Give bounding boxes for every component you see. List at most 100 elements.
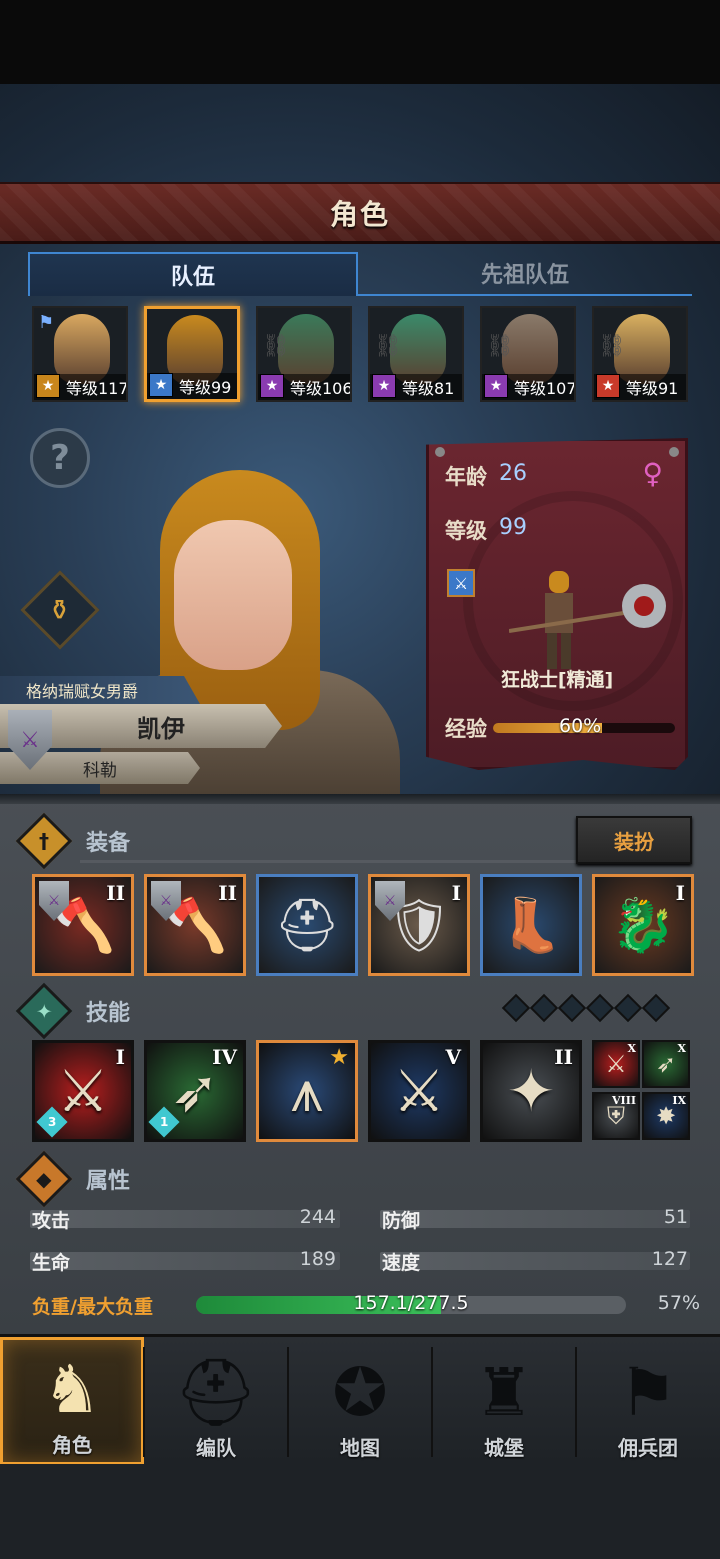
skill-rank: IV <box>212 1045 237 1069</box>
leader-flag-icon: ⚑ <box>38 312 55 333</box>
tier-numeral: II <box>106 881 125 905</box>
skill-slot-1[interactable]: ⚔ I 3 <box>32 1040 134 1142</box>
skill-slot-2[interactable]: ➶ IV 1 <box>144 1040 246 1142</box>
party-member-2[interactable]: 等级99 ★ <box>144 306 240 402</box>
party-member-3[interactable]: ⛓ 等级106 ★ <box>256 306 352 402</box>
castle-icon: ♜ <box>474 1354 534 1431</box>
party-member-5[interactable]: ⛓ 等级107 ★ <box>480 306 576 402</box>
load-percent: 57% <box>657 1292 700 1314</box>
nav-label: 城堡 <box>484 1436 524 1460</box>
equipment-slot-armor[interactable]: 🛡 ⚔ I <box>368 874 470 976</box>
skill-points-indicator <box>501 993 671 1023</box>
sword-class-icon[interactable]: ⚔ <box>447 569 475 597</box>
pin-icon <box>669 447 679 457</box>
female-gender-icon: ♀ <box>642 457 663 490</box>
bottom-spacer <box>0 1464 720 1559</box>
skill-rank: X <box>677 1042 686 1055</box>
skill-point-pip <box>501 993 531 1023</box>
skills-section-icon: ✦ <box>15 982 73 1040</box>
skills-title: 技能 <box>86 1001 131 1026</box>
passive-skill-3[interactable]: ⛨ VIII <box>592 1092 640 1140</box>
nav-helmet[interactable]: ⛑ 编队 <box>144 1337 288 1465</box>
skill-rank: II <box>554 1045 573 1069</box>
nav-banner[interactable]: ⚑ 佣兵团 <box>576 1337 720 1465</box>
skill-slot-3[interactable]: ⩚ ★ <box>256 1040 358 1142</box>
lock-icon: ⛓ <box>486 334 514 359</box>
page-title: 角色 <box>329 197 390 231</box>
tier-numeral: II <box>218 881 237 905</box>
help-button[interactable]: ? <box>30 428 90 488</box>
level-value: 99 <box>499 515 527 540</box>
skill-rank: I <box>115 1045 125 1069</box>
tier-numeral: I <box>675 881 685 905</box>
staff-class-icon: ★ <box>372 374 396 398</box>
tier-numeral: I <box>451 881 461 905</box>
load-label: 负重/最大负重 <box>32 1295 153 1318</box>
age-value: 26 <box>499 461 527 486</box>
equipment-slot-weapon-2[interactable]: 🪓 ⚔ II <box>144 874 246 976</box>
attack-label: 攻击 <box>32 1209 71 1232</box>
load-row: 负重/最大负重 <box>32 1291 153 1319</box>
nav-divider <box>287 1347 289 1457</box>
life-label: 生命 <box>32 1251 71 1274</box>
attributes-section-icon: ◆ <box>15 1150 73 1208</box>
skill-icon: ⩚ <box>290 1056 324 1125</box>
skill-rank: V <box>445 1045 461 1069</box>
trinket-icon: 🐉 <box>610 895 676 956</box>
nav-divider <box>575 1347 577 1457</box>
nav-divider <box>431 1347 433 1457</box>
equipment-slot-weapon-1[interactable]: 🪓 ⚔ II <box>32 874 134 976</box>
speed-row: 速度 <box>382 1247 420 1275</box>
party-member-4[interactable]: ⛓ 等级81 ★ <box>368 306 464 402</box>
sword-class-icon: ★ <box>149 373 173 397</box>
nav-compass-map[interactable]: ✪ 地图 <box>288 1337 432 1465</box>
tab-team[interactable]: 队伍 <box>28 252 358 296</box>
passive-skill-icon: ⚔ <box>605 1050 627 1078</box>
party-member-1[interactable]: ⚑ 等级117 ★ <box>32 306 128 402</box>
banner-icon: ⚑ <box>618 1354 678 1431</box>
attack-value: 244 <box>299 1206 336 1228</box>
skill-icon: ⚔ <box>57 1057 109 1125</box>
passive-skill-1[interactable]: ⚔ X <box>592 1040 640 1088</box>
xp-label: 经验 <box>445 717 487 741</box>
staff-class-icon: ★ <box>484 374 508 398</box>
header-bar: 角色 <box>0 182 720 244</box>
speed-value: 127 <box>651 1248 688 1270</box>
star-icon: ★ <box>329 1045 349 1070</box>
nav-knight[interactable]: ♞ 角色 <box>0 1337 144 1465</box>
hero-title: 格纳瑞赋女男爵 <box>0 676 200 704</box>
helmet-icon: ⛑ <box>273 895 340 956</box>
staff-class-icon: ★ <box>260 374 284 398</box>
berserker-figure <box>509 571 666 669</box>
defense-label: 防御 <box>382 1209 421 1232</box>
equipment-title: 装备 <box>86 831 131 856</box>
tab-ancestor-team[interactable]: 先祖队伍 <box>358 252 692 296</box>
lock-icon: ⛓ <box>598 334 626 359</box>
equipment-slot-boots[interactable]: 👢 <box>480 874 582 976</box>
passive-skill-4[interactable]: ✸ IX <box>642 1092 690 1140</box>
nav-castle[interactable]: ♜ 城堡 <box>432 1337 576 1465</box>
nav-label: 佣兵团 <box>618 1436 678 1460</box>
pin-icon <box>435 447 445 457</box>
passive-skill-2[interactable]: ➶ X <box>642 1040 690 1088</box>
compass-map-icon: ✪ <box>332 1354 388 1431</box>
question-icon: ? <box>50 438 70 478</box>
skill-point-pip <box>641 993 671 1023</box>
defense-row: 防御 <box>382 1205 420 1233</box>
boots-icon: 👢 <box>498 895 564 956</box>
skill-slot-5[interactable]: ✦ II <box>480 1040 582 1142</box>
class-name: 狂战士[精通] <box>500 669 614 691</box>
party-member-6[interactable]: ⛓ 等级91 ★ <box>592 306 688 402</box>
equipment-slot-helmet[interactable]: ⛑ <box>256 874 358 976</box>
skill-rank: VIII <box>612 1094 636 1107</box>
potion-icon: ⚱ <box>48 593 72 627</box>
life-value: 189 <box>299 1248 336 1270</box>
equipment-slot-trinket[interactable]: 🐉 I <box>592 874 694 976</box>
beast-class-icon: ★ <box>596 374 620 398</box>
equipment-section-header: † 装备 <box>15 812 131 870</box>
level-label: 等级 <box>445 519 487 543</box>
skill-point-pip <box>529 993 559 1023</box>
skill-slot-4[interactable]: ⚔ V <box>368 1040 470 1142</box>
skill-point-pip <box>557 993 587 1023</box>
dress-up-button[interactable]: 装扮 <box>576 816 692 864</box>
